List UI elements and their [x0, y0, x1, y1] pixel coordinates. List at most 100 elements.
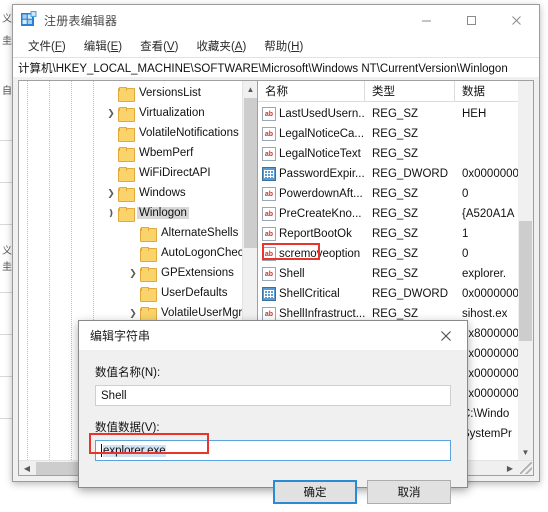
folder-icon [140, 226, 157, 242]
tree-item-gpextensions[interactable]: ❯ GPExtensions [19, 263, 257, 283]
value-name: PowerdownAft... [279, 188, 363, 200]
menu-item-favorites[interactable]: 收藏夹(A) [187, 36, 255, 56]
value-name: scremoveoption [279, 248, 361, 260]
tree-twisty[interactable] [104, 123, 118, 143]
chevron-right-icon[interactable]: ❯ [104, 183, 118, 203]
bg-divider [0, 376, 12, 377]
resize-grip[interactable] [520, 462, 532, 474]
chevron-right-icon[interactable]: ❯ [126, 263, 140, 283]
tree-twisty[interactable] [104, 163, 118, 183]
tree-item-userdefaults[interactable]: UserDefaults [19, 283, 257, 303]
list-vertical-scrollbar[interactable]: ▼ [518, 81, 533, 460]
ok-button[interactable]: 确定 [273, 480, 357, 504]
value-name-label: 数值名称(N): [95, 367, 161, 379]
string-value-icon: ab [262, 307, 276, 321]
chevron-up-icon[interactable]: ▲ [243, 81, 257, 97]
list-header: 名称 类型 数据 ▲ [258, 81, 533, 102]
bg-fragment: 自 [2, 86, 12, 97]
chevron-down-icon[interactable]: ❫ [104, 203, 118, 223]
string-value-icon: ab [262, 107, 276, 121]
value-data-text: explorer.exe [103, 444, 166, 457]
address-bar[interactable]: 计算机\HKEY_LOCAL_MACHINE\SOFTWARE\Microsof… [13, 57, 539, 77]
tree-item-label: AlternateShells [161, 227, 239, 239]
tree-item-winlogon[interactable]: ❫ Winlogon [19, 203, 257, 223]
bg-divider [0, 334, 12, 335]
value-name: PasswordExpir... [279, 168, 365, 180]
chevron-right-icon[interactable]: ❯ [104, 103, 118, 123]
menu-item-view[interactable]: 查看(V) [131, 36, 187, 56]
value-name-input[interactable]: Shell [95, 385, 451, 406]
text-caret [101, 444, 102, 457]
tree-item-autologonchecker[interactable]: AutoLogonChecker [19, 243, 257, 263]
chevron-right-icon[interactable]: ▶ [502, 461, 518, 475]
string-value-icon: ab [262, 247, 276, 261]
table-row[interactable]: ab scremoveoption REG_SZ 0 [258, 244, 533, 264]
table-row[interactable]: ab LegalNoticeCa... REG_SZ [258, 124, 533, 144]
folder-icon [118, 86, 135, 102]
dialog-title-bar: 编辑字符串 [79, 321, 467, 350]
table-row[interactable]: ab PowerdownAft... REG_SZ 0 [258, 184, 533, 204]
tree-item-versionslist[interactable]: VersionsList [19, 83, 257, 103]
value-name: PreCreateKno... [279, 208, 362, 220]
dialog-body: 数值名称(N): Shell 数值数据(V): explorer.exe [79, 350, 467, 461]
tree-twisty[interactable] [126, 283, 140, 303]
edit-string-dialog: 编辑字符串 数值名称(N): Shell 数值数据(V): explorer.e… [78, 320, 468, 504]
value-type: REG_SZ [372, 128, 419, 140]
bg-divider [0, 182, 12, 183]
menu-accel: E [110, 41, 119, 53]
tree-item-label: UserDefaults [161, 287, 228, 299]
string-value-icon: ab [262, 207, 276, 221]
tree-item-volatilenotifications[interactable]: VolatileNotifications [19, 123, 257, 143]
table-row[interactable]: ab PreCreateKno... REG_SZ {A520A1A [258, 204, 533, 224]
column-header-type[interactable]: 类型 [365, 81, 455, 101]
tree-item-label: Winlogon [137, 207, 189, 219]
string-value-icon: ab [262, 227, 276, 241]
tree-twisty[interactable] [104, 143, 118, 163]
close-icon[interactable] [494, 5, 539, 35]
dword-value-icon [262, 287, 276, 301]
scrollbar-thumb[interactable] [244, 98, 257, 248]
bg-fragment: 圭 [2, 262, 12, 273]
table-row[interactable]: ab LastUsedUsern... REG_SZ HEH [258, 104, 533, 124]
string-value-icon: ab [262, 187, 276, 201]
folder-icon [118, 146, 135, 162]
chevron-down-icon[interactable]: ▼ [518, 444, 533, 460]
window-title: 注册表编辑器 [44, 14, 118, 28]
value-name-text: Shell [101, 389, 127, 402]
string-value-icon: ab [262, 127, 276, 141]
chevron-left-icon[interactable]: ◀ [19, 461, 35, 475]
scrollbar-thumb[interactable] [519, 221, 532, 341]
value-type: REG_SZ [372, 248, 419, 260]
table-row-shell[interactable]: ab Shell REG_SZ explorer. [258, 264, 533, 284]
folder-icon [140, 246, 157, 262]
bg-fragment: 义 [2, 14, 12, 25]
tree-item-virtualization[interactable]: ❯ Virtualization [19, 103, 257, 123]
close-icon[interactable] [425, 321, 467, 350]
folder-icon [140, 266, 157, 282]
value-type: REG_DWORD [372, 168, 449, 180]
tree-item-wbemperf[interactable]: WbemPerf [19, 143, 257, 163]
table-row[interactable]: ab LegalNoticeText REG_SZ [258, 144, 533, 164]
tree-twisty[interactable] [104, 83, 118, 103]
value-name: LegalNoticeCa... [279, 128, 365, 140]
tree-twisty[interactable] [126, 243, 140, 263]
maximize-icon[interactable] [449, 5, 494, 35]
menu-bar: 文件(F) 编辑(E) 查看(V) 收藏夹(A) 帮助(H) [13, 35, 539, 57]
menu-item-edit[interactable]: 编辑(E) [75, 36, 131, 56]
menu-item-file[interactable]: 文件(F) [19, 36, 75, 56]
tree-item-label: Virtualization [139, 107, 205, 119]
window-controls [404, 5, 539, 35]
tree-item-alternateshells[interactable]: AlternateShells [19, 223, 257, 243]
column-header-name[interactable]: 名称 [258, 81, 365, 101]
string-value-icon: ab [262, 267, 276, 281]
value-data-input[interactable]: explorer.exe [95, 440, 451, 461]
menu-item-help[interactable]: 帮助(H) [255, 36, 312, 56]
table-row[interactable]: ShellCritical REG_DWORD 0x0000000 [258, 284, 533, 304]
table-row[interactable]: ab ReportBootOk REG_SZ 1 [258, 224, 533, 244]
minimize-icon[interactable] [404, 5, 449, 35]
tree-twisty[interactable] [126, 223, 140, 243]
table-row[interactable]: PasswordExpir... REG_DWORD 0x0000000 [258, 164, 533, 184]
tree-item-wifidirectapi[interactable]: WiFiDirectAPI [19, 163, 257, 183]
cancel-button[interactable]: 取消 [367, 480, 451, 504]
tree-item-windows[interactable]: ❯ Windows [19, 183, 257, 203]
